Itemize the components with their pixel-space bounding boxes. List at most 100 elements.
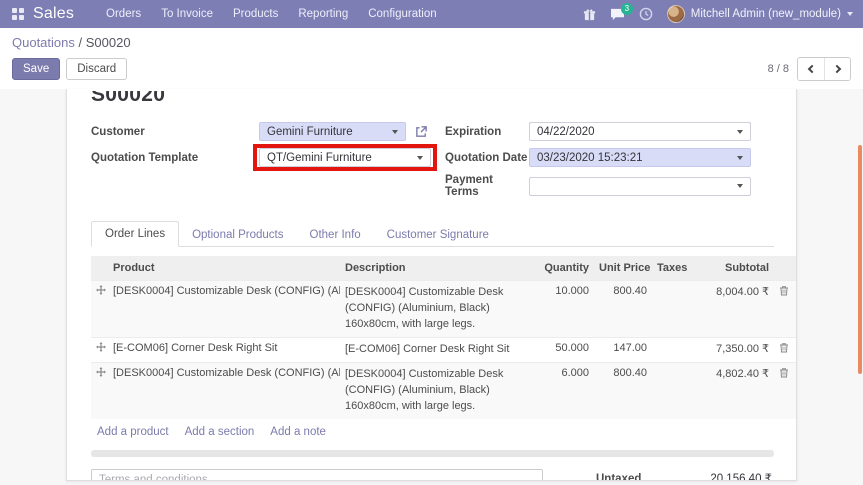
menu-reporting[interactable]: Reporting bbox=[298, 8, 348, 20]
customer-field[interactable]: Gemini Furniture bbox=[259, 122, 406, 141]
quotation-date-field[interactable]: 03/23/2020 15:23:21 bbox=[529, 148, 751, 167]
app-brand[interactable]: Sales bbox=[33, 5, 74, 23]
menu-configuration[interactable]: Configuration bbox=[368, 8, 436, 20]
control-panel: Quotations / S00020 Save Discard 8 / 8 bbox=[0, 28, 863, 89]
save-button[interactable]: Save bbox=[12, 58, 60, 80]
gift-icon[interactable] bbox=[583, 8, 596, 21]
cell-product[interactable]: [DESK0004] Customizable Desk (CONFIG) (A… bbox=[108, 281, 340, 338]
menu-orders[interactable]: Orders bbox=[106, 8, 141, 20]
cell-subtotal: 7,350.00 ₹ bbox=[696, 337, 774, 362]
cell-quantity[interactable]: 50.000 bbox=[536, 337, 594, 362]
quotation-date-label: Quotation Date bbox=[445, 152, 529, 164]
add-a-product-link[interactable]: Add a product bbox=[97, 426, 169, 438]
optional-columns-icon[interactable]: ⋮ bbox=[794, 256, 797, 281]
cell-unit-price[interactable]: 800.40 bbox=[594, 362, 652, 418]
column-quantity[interactable]: Quantity bbox=[536, 256, 594, 281]
description-line: 160x80cm, with large legs. bbox=[345, 399, 531, 415]
dropdown-caret-icon bbox=[392, 130, 398, 134]
menu-products[interactable]: Products bbox=[233, 8, 278, 20]
pager-next-button[interactable] bbox=[824, 58, 850, 80]
tab-other-info[interactable]: Other Info bbox=[297, 223, 374, 247]
form-sheet: S00020 Customer Gemini Furniture Quotati… bbox=[66, 89, 797, 481]
expiration-field[interactable]: 04/22/2020 bbox=[529, 122, 751, 141]
notebook-tabs: Order Lines Optional Products Other Info… bbox=[91, 221, 774, 247]
terms-and-conditions-input[interactable] bbox=[91, 469, 543, 481]
nav-menu: Orders To Invoice Products Reporting Con… bbox=[106, 8, 437, 20]
trash-column-header bbox=[774, 256, 794, 281]
breadcrumb-separator: / bbox=[79, 35, 86, 50]
drag-handle-icon[interactable] bbox=[96, 342, 103, 352]
cell-description[interactable]: [E-COM06] Corner Desk Right Sit bbox=[340, 337, 536, 362]
pager-previous-button[interactable] bbox=[798, 58, 824, 80]
payment-terms-field[interactable] bbox=[529, 177, 751, 196]
activities-clock-icon[interactable] bbox=[639, 7, 653, 21]
cell-taxes[interactable] bbox=[652, 281, 696, 338]
handle-column-header bbox=[91, 256, 108, 281]
message-count-badge: 3 bbox=[621, 3, 633, 15]
cell-taxes[interactable] bbox=[652, 362, 696, 418]
top-navbar: Sales Orders To Invoice Products Reporti… bbox=[0, 0, 863, 28]
cell-description[interactable]: [DESK0004] Customizable Desk (CONFIG) (A… bbox=[340, 281, 536, 338]
dropdown-caret-icon bbox=[737, 156, 743, 160]
quotation-date-value: 03/23/2020 15:23:21 bbox=[537, 152, 643, 164]
table-row: [E-COM06] Corner Desk Right Sit [E-COM06… bbox=[91, 337, 797, 362]
chevron-down-icon bbox=[847, 12, 853, 16]
expiration-value: 04/22/2020 bbox=[537, 126, 595, 138]
add-a-section-link[interactable]: Add a section bbox=[185, 426, 255, 438]
user-menu[interactable]: Mitchell Admin (new_module) bbox=[667, 5, 853, 23]
table-header-row: Product Description Quantity Unit Price … bbox=[91, 256, 797, 281]
column-description[interactable]: Description bbox=[340, 256, 536, 281]
breadcrumb-quotations-link[interactable]: Quotations bbox=[12, 35, 75, 50]
description-line: [E-COM06] Corner Desk Right Sit bbox=[345, 342, 531, 358]
quotation-template-label: Quotation Template bbox=[91, 152, 259, 164]
drag-handle-icon[interactable] bbox=[96, 285, 103, 295]
menu-to-invoice[interactable]: To Invoice bbox=[161, 8, 213, 20]
delete-row-icon[interactable] bbox=[779, 285, 789, 296]
cell-quantity[interactable]: 6.000 bbox=[536, 362, 594, 418]
customer-label: Customer bbox=[91, 126, 259, 138]
tab-optional-products[interactable]: Optional Products bbox=[179, 223, 296, 247]
dropdown-caret-icon bbox=[417, 156, 423, 160]
description-line: [DESK0004] Customizable Desk (CONFIG) (A… bbox=[345, 285, 531, 317]
cell-taxes[interactable] bbox=[652, 337, 696, 362]
horizontal-scrollbar[interactable] bbox=[91, 450, 774, 457]
order-line-actions: Add a product Add a section Add a note bbox=[97, 426, 774, 438]
main-content: S00020 Customer Gemini Furniture Quotati… bbox=[0, 89, 863, 485]
quotation-template-value: QT/Gemini Furniture bbox=[267, 152, 372, 164]
apps-grid-icon[interactable] bbox=[12, 8, 25, 21]
external-link-icon[interactable] bbox=[415, 125, 428, 138]
quotation-template-field[interactable]: QT/Gemini Furniture bbox=[259, 148, 431, 167]
drag-handle-icon[interactable] bbox=[96, 367, 103, 377]
customer-value: Gemini Furniture bbox=[267, 126, 353, 138]
column-subtotal[interactable]: Subtotal bbox=[696, 256, 774, 281]
vertical-scroll-indicator[interactable] bbox=[858, 145, 862, 374]
cell-product[interactable]: [DESK0004] Customizable Desk (CONFIG) (A… bbox=[108, 362, 340, 418]
delete-row-icon[interactable] bbox=[779, 342, 789, 353]
chevron-right-icon bbox=[832, 65, 840, 73]
cell-subtotal: 8,004.00 ₹ bbox=[696, 281, 774, 338]
form-fields: Customer Gemini Furniture Quotation Temp… bbox=[91, 122, 774, 205]
record-pager: 8 / 8 bbox=[768, 57, 851, 81]
delete-row-icon[interactable] bbox=[779, 367, 789, 378]
add-a-note-link[interactable]: Add a note bbox=[270, 426, 326, 438]
discard-button[interactable]: Discard bbox=[66, 58, 127, 80]
column-taxes[interactable]: Taxes bbox=[652, 256, 696, 281]
untaxed-amount-value: 20,156.40 ₹ bbox=[691, 471, 772, 481]
messages-icon[interactable]: 3 bbox=[610, 8, 625, 21]
cell-unit-price[interactable]: 147.00 bbox=[594, 337, 652, 362]
cell-description[interactable]: [DESK0004] Customizable Desk (CONFIG) (A… bbox=[340, 362, 536, 418]
tab-order-lines[interactable]: Order Lines bbox=[91, 221, 179, 247]
cell-product[interactable]: [E-COM06] Corner Desk Right Sit bbox=[108, 337, 340, 362]
cell-subtotal: 4,802.40 ₹ bbox=[696, 362, 774, 418]
navbar-right: 3 Mitchell Admin (new_module) bbox=[583, 5, 853, 23]
column-product[interactable]: Product bbox=[108, 256, 340, 281]
pager-count: 8 / 8 bbox=[768, 63, 789, 75]
cell-unit-price[interactable]: 800.40 bbox=[594, 281, 652, 338]
record-title: S00020 bbox=[91, 91, 774, 107]
breadcrumb: Quotations / S00020 bbox=[12, 35, 851, 50]
payment-terms-label: Payment Terms bbox=[445, 174, 529, 198]
cell-quantity[interactable]: 10.000 bbox=[536, 281, 594, 338]
column-unit-price[interactable]: Unit Price bbox=[594, 256, 652, 281]
tab-customer-signature[interactable]: Customer Signature bbox=[374, 223, 502, 247]
breadcrumb-current: S00020 bbox=[86, 35, 131, 50]
